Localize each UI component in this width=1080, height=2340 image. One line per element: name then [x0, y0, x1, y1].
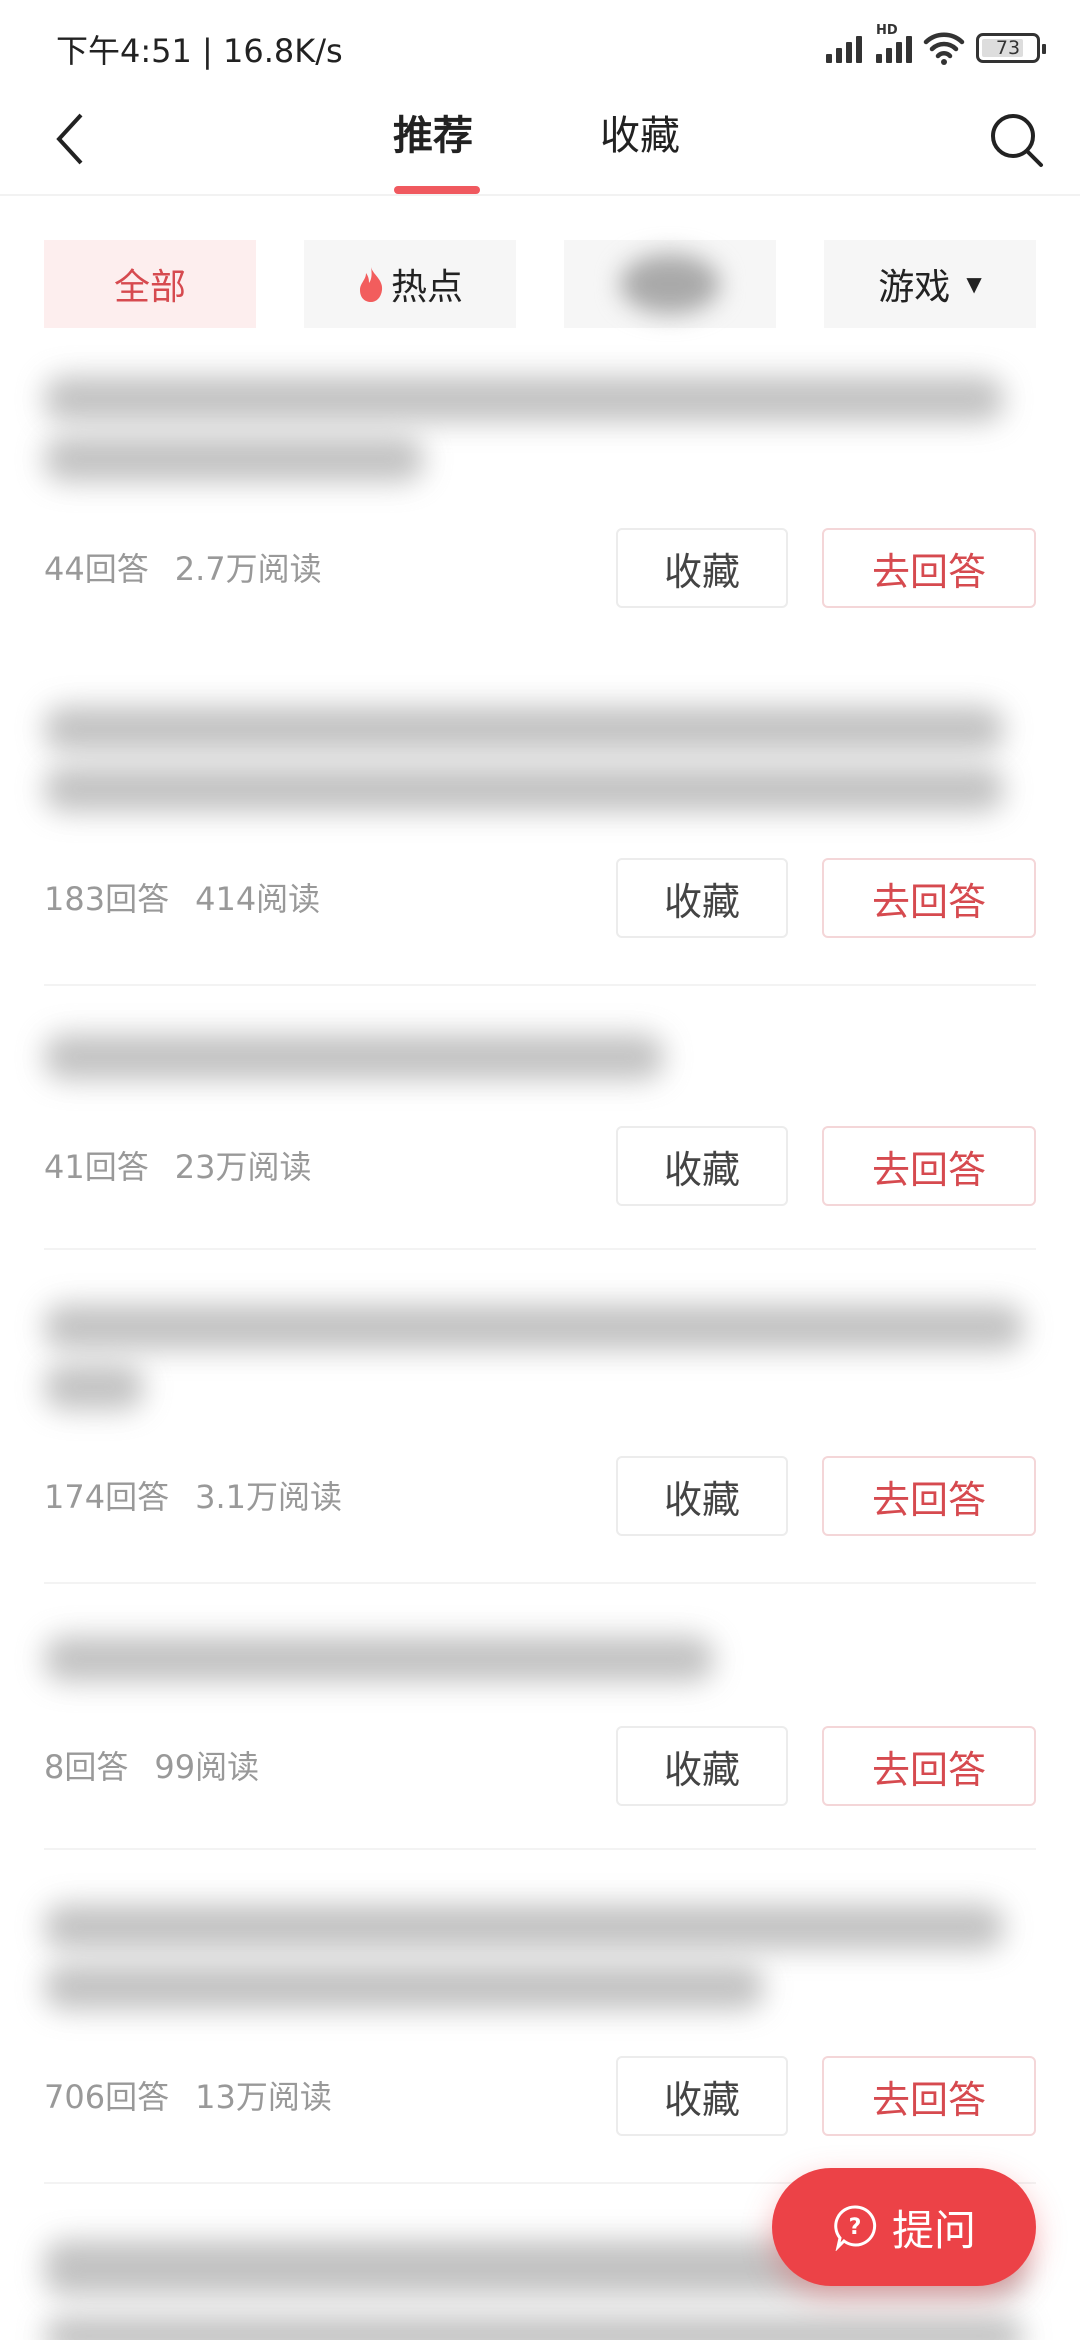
status-bar: 下午4:51 | 16.8K/s HD 73: [0, 0, 1080, 90]
filter-blurred[interactable]: [564, 240, 776, 328]
answer-button[interactable]: 去回答: [822, 858, 1036, 938]
question-title-blurred: [44, 436, 424, 482]
question-title-blurred: [44, 1636, 714, 1682]
top-nav: 推荐 收藏: [0, 90, 1080, 196]
category-filters: 全部 热点 游戏 ▼: [0, 240, 1080, 328]
wifi-icon: [923, 32, 965, 65]
question-title-blurred: [44, 1904, 1004, 1950]
favorite-button[interactable]: 收藏: [616, 1456, 788, 1536]
search-icon: [991, 114, 1043, 167]
answer-button[interactable]: 去回答: [822, 1126, 1036, 1206]
question-item[interactable]: 174回答 3.1万阅读 收藏 去回答: [44, 1290, 1036, 1590]
tab-recommend[interactable]: 推荐: [393, 106, 473, 166]
answer-button[interactable]: 去回答: [822, 1726, 1036, 1806]
question-title-blurred: [44, 706, 1004, 752]
question-title-blurred: [44, 766, 1004, 812]
battery-icon: 73: [976, 33, 1046, 63]
question-title-blurred: [44, 1034, 664, 1080]
svg-text:?: ?: [849, 2215, 862, 2240]
read-count: 3.1万阅读: [195, 1478, 342, 1516]
question-stats: 44回答 2.7万阅读: [44, 544, 322, 590]
question-title-blurred: [44, 1964, 764, 2010]
question-item[interactable]: 41回答 23万阅读 收藏 去回答: [44, 1020, 1036, 1250]
item-divider: [44, 1582, 1036, 1584]
blurred-label: [620, 254, 720, 314]
signal-hd-icon: HD: [876, 23, 912, 63]
answer-button[interactable]: 去回答: [822, 2056, 1036, 2136]
ask-question-button[interactable]: ? 提问: [772, 2168, 1036, 2286]
question-title-blurred: [44, 2316, 1024, 2340]
read-count: 23万阅读: [174, 1148, 312, 1186]
favorite-button[interactable]: 收藏: [616, 2056, 788, 2136]
filter-all-label: 全部: [113, 267, 186, 308]
active-tab-indicator: [394, 186, 480, 194]
read-count: 99阅读: [154, 1748, 260, 1786]
read-count: 13万阅读: [195, 2078, 332, 2116]
answer-count: 8回答: [44, 1748, 129, 1786]
item-divider: [44, 1848, 1036, 1850]
answer-button[interactable]: 去回答: [822, 528, 1036, 608]
question-item[interactable]: 706回答 13万阅读 收藏 去回答: [44, 1890, 1036, 2190]
question-stats: 174回答 3.1万阅读: [44, 1472, 342, 1518]
answer-count: 174回答: [44, 1478, 170, 1516]
filter-all[interactable]: 全部: [44, 240, 256, 328]
question-item[interactable]: 8回答 99阅读 收藏 去回答: [44, 1620, 1036, 1850]
filter-games-label: 游戏: [878, 267, 951, 308]
question-stats: 41回答 23万阅读: [44, 1142, 311, 1188]
favorite-button[interactable]: 收藏: [616, 858, 788, 938]
read-count: 2.7万阅读: [174, 550, 322, 588]
answer-count: 41回答: [44, 1148, 149, 1186]
chevron-left-icon: [56, 113, 83, 165]
ask-label: 提问: [891, 2205, 976, 2255]
read-count: 414阅读: [195, 880, 321, 918]
filter-games-dropdown[interactable]: 游戏 ▼: [824, 240, 1036, 328]
status-time-speed: 下午4:51 | 16.8K/s: [56, 32, 343, 70]
search-button[interactable]: [985, 108, 1049, 172]
back-button[interactable]: [40, 104, 100, 174]
question-title-blurred: [44, 1304, 1024, 1350]
filter-hot[interactable]: 热点: [304, 240, 516, 328]
answer-count: 44回答: [44, 550, 149, 588]
question-item[interactable]: 183回答 414阅读 收藏 去回答: [44, 690, 1036, 990]
question-stats: 8回答 99阅读: [44, 1742, 259, 1788]
battery-level: 73: [995, 37, 1021, 59]
item-divider: [44, 984, 1036, 986]
favorite-button[interactable]: 收藏: [616, 1726, 788, 1806]
item-divider: [44, 1248, 1036, 1250]
question-item[interactable]: 44回答 2.7万阅读 收藏 去回答: [44, 360, 1036, 660]
answer-button[interactable]: 去回答: [822, 1456, 1036, 1536]
favorite-button[interactable]: 收藏: [616, 1126, 788, 1206]
status-icons: HD 73: [826, 23, 1046, 68]
answer-count: 183回答: [44, 880, 170, 918]
flame-icon: [359, 267, 383, 302]
filter-hot-label: 热点: [390, 267, 463, 308]
answer-count: 706回答: [44, 2078, 170, 2116]
question-bubble-icon: ?: [834, 2205, 877, 2251]
favorite-button[interactable]: 收藏: [616, 528, 788, 608]
question-stats: 706回答 13万阅读: [44, 2072, 332, 2118]
question-title-blurred: [44, 376, 1004, 422]
tab-favorites[interactable]: 收藏: [600, 106, 680, 166]
caret-down-icon: ▼: [966, 272, 982, 296]
signal-icon: [826, 33, 862, 63]
question-stats: 183回答 414阅读: [44, 874, 320, 920]
question-title-blurred: [44, 1364, 144, 1410]
hd-label: HD: [876, 23, 898, 38]
